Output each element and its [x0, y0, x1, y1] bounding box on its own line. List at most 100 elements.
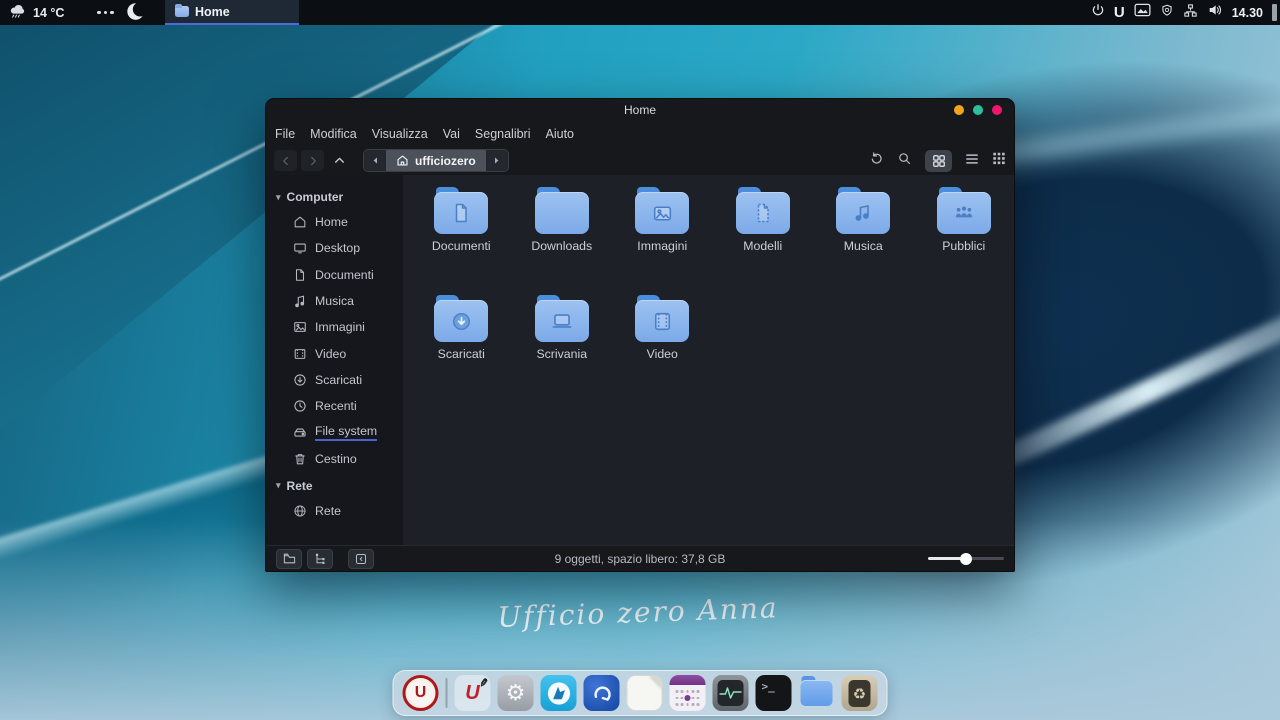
dock-item-terminal[interactable]: >_: [756, 675, 792, 711]
dock-item-trash[interactable]: ♻: [842, 675, 878, 711]
calendar-icon: [670, 675, 706, 685]
dock-item-notes[interactable]: [627, 675, 663, 711]
panel-handle[interactable]: [1272, 4, 1277, 21]
forward-button[interactable]: [301, 150, 324, 171]
clock-icon: [293, 399, 307, 413]
zoom-slider[interactable]: [928, 552, 1004, 566]
path-segment-home[interactable]: ufficiozero: [386, 150, 486, 171]
folder-video[interactable]: Video: [612, 295, 713, 387]
folder-scrivania[interactable]: Scrivania: [512, 295, 613, 387]
menubar: File Modifica Visualizza Vai Segnalibri …: [266, 121, 1014, 146]
folder-immagini[interactable]: Immagini: [612, 187, 713, 279]
menu-segnalibri[interactable]: Segnalibri: [475, 127, 531, 141]
sidebar-section-rete[interactable]: ▾ Rete: [266, 474, 403, 498]
folder-label: Scrivania: [536, 347, 587, 361]
folder-musica[interactable]: Musica: [813, 187, 914, 279]
menu-vai[interactable]: Vai: [443, 127, 460, 141]
folder-documenti[interactable]: Documenti: [411, 187, 512, 279]
statusbar-text: 9 oggetti, spazio libero: 37,8 GB: [266, 552, 1014, 566]
system-tray: U 14.30: [1091, 0, 1280, 25]
sidebar-item-cestino[interactable]: Cestino: [266, 446, 403, 472]
folder-pubblici[interactable]: Pubblici: [914, 187, 1015, 279]
dock-item-settings[interactable]: ⚙: [498, 675, 534, 711]
search-icon[interactable]: [897, 151, 912, 171]
sidebar-item-scaricati[interactable]: Scaricati: [266, 367, 403, 393]
sidebar-item-filesystem[interactable]: File system: [266, 419, 403, 445]
dock-item-system-monitor[interactable]: [713, 675, 749, 711]
image-icon: [293, 320, 307, 334]
pen-icon: ✎: [476, 677, 490, 688]
dock-item-file-manager[interactable]: [799, 675, 835, 711]
up-button[interactable]: [328, 150, 351, 171]
path-bar: ufficiozero: [363, 149, 509, 172]
taskbar-item-home[interactable]: Home: [165, 0, 299, 25]
folder-downloads[interactable]: Downloads: [512, 187, 613, 279]
desktop: Ufficio zero Anna 14 °C Home U: [0, 0, 1280, 720]
home-icon: [396, 154, 409, 167]
sidebar-item-musica[interactable]: Musica: [266, 288, 403, 314]
dock-item-calendar[interactable]: [670, 675, 706, 711]
menu-visualizza[interactable]: Visualizza: [372, 127, 428, 141]
minimize-button[interactable]: [954, 105, 964, 115]
volume-icon[interactable]: [1207, 2, 1223, 23]
menu-modifica[interactable]: Modifica: [310, 127, 357, 141]
weather-temp: 14 °C: [33, 6, 64, 20]
clock[interactable]: 14.30: [1232, 6, 1263, 20]
librewolf-icon: [545, 680, 572, 707]
dock-item-ufficiozero-menu[interactable]: U: [403, 675, 439, 711]
back-button[interactable]: [274, 150, 297, 171]
window-title: Home: [624, 103, 656, 117]
sidebar-item-recenti[interactable]: Recenti: [266, 393, 403, 419]
network-icon[interactable]: [1183, 3, 1198, 23]
sidebar-item-label: Home: [315, 215, 348, 229]
folder-scaricati[interactable]: Scaricati: [411, 295, 512, 387]
ufficiozero-menu-icon: U: [415, 684, 427, 702]
window-titlebar[interactable]: Home: [266, 99, 1014, 121]
dock-item-thunderbird[interactable]: [584, 675, 620, 711]
sidebar-item-video[interactable]: Video: [266, 340, 403, 366]
shield-icon[interactable]: [1160, 3, 1174, 23]
home-icon: [293, 215, 307, 229]
desktop-icon: [293, 241, 307, 255]
folder-label: Documenti: [432, 239, 491, 253]
folder-label: Downloads: [531, 239, 592, 253]
sidebar-item-desktop[interactable]: Desktop: [266, 235, 403, 261]
video-icon: [293, 347, 307, 361]
moon-icon[interactable]: [126, 1, 147, 27]
menu-dots-icon[interactable]: [97, 0, 114, 25]
dock-separator: [446, 678, 448, 708]
folder-icon: [175, 6, 189, 17]
maximize-button[interactable]: [973, 105, 983, 115]
ufficiozero-logo-icon[interactable]: U: [1114, 5, 1125, 20]
dock-item-ufficiozero-writer[interactable]: U ✎: [455, 675, 491, 711]
zoom-slider-knob[interactable]: [960, 553, 972, 565]
sidebar-item-rete[interactable]: Rete: [266, 498, 403, 524]
file-view[interactable]: Documenti Downloads Immagini: [403, 175, 1014, 545]
list-view-button[interactable]: [965, 152, 979, 170]
sidebar-section-computer[interactable]: ▾ Computer: [266, 185, 403, 209]
folder-icon: [801, 680, 833, 706]
path-scroll-left-button[interactable]: [364, 150, 386, 171]
compact-view-button[interactable]: [992, 151, 1006, 170]
people-glyph-icon: [951, 200, 977, 226]
screenshot-icon[interactable]: [1134, 3, 1151, 22]
dock-item-librewolf[interactable]: [541, 675, 577, 711]
icon-view-button[interactable]: [925, 150, 952, 172]
sidebar-item-documenti[interactable]: Documenti: [266, 262, 403, 288]
refresh-icon[interactable]: [869, 151, 884, 171]
close-button[interactable]: [992, 105, 1002, 115]
toolbar: ufficiozero: [266, 146, 1014, 175]
sidebar-item-home[interactable]: Home: [266, 209, 403, 235]
path-scroll-right-button[interactable]: [486, 150, 508, 171]
terminal-icon: >_: [762, 680, 775, 693]
power-icon[interactable]: [1091, 3, 1105, 22]
weather-widget[interactable]: 14 °C: [8, 0, 64, 25]
menu-file[interactable]: File: [275, 127, 295, 141]
section-label: Rete: [287, 479, 313, 493]
menu-aiuto[interactable]: Aiuto: [546, 127, 575, 141]
sidebar-item-label: Scaricati: [315, 373, 362, 387]
folder-modelli[interactable]: Modelli: [713, 187, 814, 279]
sidebar: ▾ Computer Home Desktop Documenti: [266, 175, 403, 545]
sidebar-item-immagini[interactable]: Immagini: [266, 314, 403, 340]
sidebar-item-label: Cestino: [315, 452, 357, 466]
